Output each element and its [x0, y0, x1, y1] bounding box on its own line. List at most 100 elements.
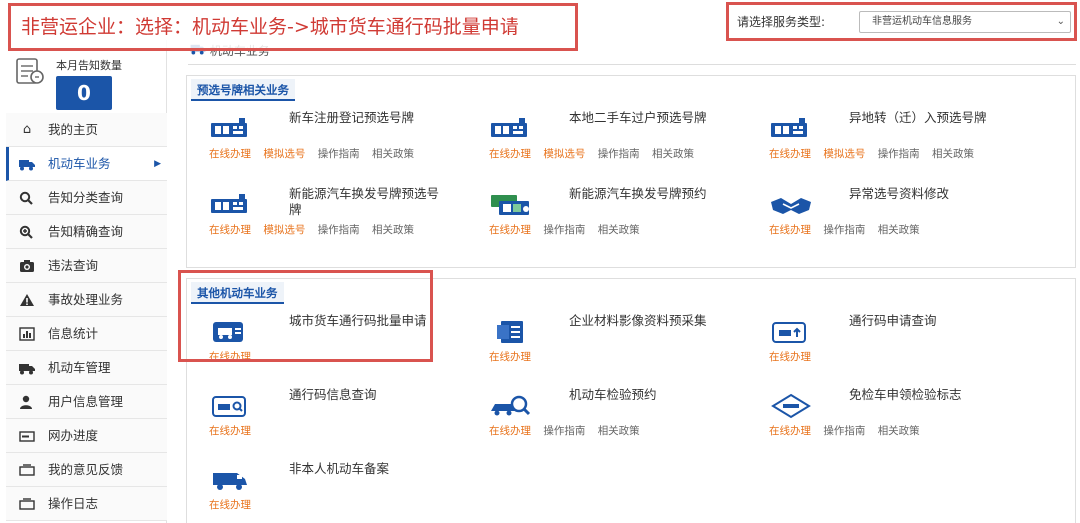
user-icon [19, 395, 35, 409]
warning-icon [19, 293, 35, 307]
simulate-select-link[interactable]: 模拟选号 [543, 148, 585, 160]
guide-link[interactable]: 操作指南 [543, 224, 585, 236]
policy-link[interactable]: 相关政策 [598, 425, 640, 437]
sidebar-item-label: 告知精确查询 [48, 224, 124, 239]
online-apply-link[interactable]: 在线办理 [769, 224, 811, 236]
plate-icon [209, 116, 253, 142]
sidebar-item-online-progress[interactable]: 网办进度 [6, 419, 167, 453]
policy-link[interactable]: 相关政策 [372, 224, 414, 236]
annotation-title: 非营运企业：选择：机动车业务->城市货车通行码批量申请 [8, 3, 578, 51]
online-apply-link[interactable]: 在线办理 [209, 499, 251, 511]
sidebar-item-violation-query[interactable]: 违法查询 [6, 249, 167, 283]
service-card: 异常选号资料修改 在线办理 操作指南 相关政策 [761, 186, 1021, 250]
sidebar-item-feedback[interactable]: 我的意见反馈 [6, 453, 167, 487]
sidebar-item-label: 信息统计 [48, 326, 99, 341]
online-apply-link[interactable]: 在线办理 [209, 224, 251, 236]
section-other-vehicle-business: 其他机动车业务 城市货车通行码批量申请 在线办理 企业材料影像资料预采集 在线办… [186, 278, 1076, 523]
service-title: 企业材料影像资料预采集 [569, 313, 707, 328]
simulate-select-link[interactable]: 模拟选号 [263, 224, 305, 236]
sidebar-item-notice-category-query[interactable]: 告知分类查询 [6, 181, 167, 215]
simulate-select-link[interactable]: 模拟选号 [823, 148, 865, 160]
guide-link[interactable]: 操作指南 [598, 148, 640, 160]
notice-document-icon [14, 56, 46, 86]
online-apply-link[interactable]: 在线办理 [489, 351, 531, 363]
service-card-truck-pass-batch: 城市货车通行码批量申请 在线办理 [201, 313, 461, 377]
service-title: 通行码申请查询 [849, 313, 937, 328]
simulate-select-link[interactable]: 模拟选号 [263, 148, 305, 160]
online-apply-link[interactable]: 在线办理 [209, 351, 251, 363]
guide-link[interactable]: 操作指南 [543, 425, 585, 437]
main-content: 机动车业务 预选号牌相关业务 新车注册登记预选号牌 在线办理 模拟选号 操作指南… [178, 40, 1080, 523]
plate-icon [209, 192, 253, 218]
service-title: 通行码信息查询 [289, 387, 377, 402]
pass-info-icon [209, 393, 253, 419]
online-apply-link[interactable]: 在线办理 [209, 148, 251, 160]
sidebar-item-accident-handling[interactable]: 事故处理业务 [6, 283, 167, 317]
service-card: 新能源汽车换发号牌预选号牌 在线办理 模拟选号 操作指南 相关政策 [201, 186, 461, 250]
online-apply-link[interactable]: 在线办理 [769, 425, 811, 437]
service-title: 城市货车通行码批量申请 [289, 313, 427, 328]
service-links: 在线办理 [769, 349, 820, 364]
sidebar-item-statistics[interactable]: 信息统计 [6, 317, 167, 351]
pass-query-icon [769, 319, 813, 345]
section-title: 其他机动车业务 [191, 282, 284, 304]
guide-link[interactable]: 操作指南 [318, 148, 360, 160]
plate-icon [769, 116, 813, 142]
service-links: 在线办理 [209, 349, 260, 364]
guide-link[interactable]: 操作指南 [823, 425, 865, 437]
truck-pass-icon [209, 319, 253, 345]
service-card: 异地转（迁）入预选号牌 在线办理 模拟选号 操作指南 相关政策 [761, 110, 1021, 174]
sidebar-item-label: 网办进度 [48, 428, 99, 443]
truck-icon [19, 157, 35, 171]
service-links: 在线办理 操作指南 相关政策 [489, 423, 649, 438]
sidebar-item-notice-precise-query[interactable]: 告知精确查询 [6, 215, 167, 249]
service-card: 新能源汽车换发号牌预约 在线办理 操作指南 相关政策 [481, 186, 741, 250]
service-title: 本地二手车过户预选号牌 [569, 110, 707, 125]
section-plate-preselect: 预选号牌相关业务 新车注册登记预选号牌 在线办理 模拟选号 操作指南 相关政策 … [186, 75, 1076, 268]
sidebar-item-home[interactable]: ⌂ 我的主页 [6, 113, 167, 147]
service-title: 新能源汽车换发号牌预约 [569, 186, 707, 201]
notice-count[interactable]: 0 [56, 76, 112, 110]
sidebar-item-label: 我的意见反馈 [48, 462, 124, 477]
handshake-icon [769, 192, 813, 218]
sidebar-item-user-management[interactable]: 用户信息管理 [6, 385, 167, 419]
service-links: 在线办理 模拟选号 操作指南 相关政策 [209, 222, 423, 237]
service-links: 在线办理 模拟选号 操作指南 相关政策 [209, 146, 423, 161]
service-title: 非本人机动车备案 [289, 461, 390, 476]
service-card: 本地二手车过户预选号牌 在线办理 模拟选号 操作指南 相关政策 [481, 110, 741, 174]
service-links: 在线办理 模拟选号 操作指南 相关政策 [489, 146, 703, 161]
sidebar-item-vehicle-management[interactable]: 机动车管理 [6, 351, 167, 385]
online-apply-link[interactable]: 在线办理 [489, 224, 531, 236]
policy-link[interactable]: 相关政策 [878, 224, 920, 236]
service-links: 在线办理 [209, 497, 260, 512]
caret-right-icon: ▶ [154, 159, 161, 169]
online-apply-link[interactable]: 在线办理 [769, 351, 811, 363]
policy-link[interactable]: 相关政策 [598, 224, 640, 236]
online-apply-link[interactable]: 在线办理 [769, 148, 811, 160]
guide-link[interactable]: 操作指南 [823, 224, 865, 236]
plate-icon [489, 116, 533, 142]
policy-link[interactable]: 相关政策 [372, 148, 414, 160]
service-type-select[interactable]: 非营运机动车信息服务 ⌄ [859, 11, 1071, 33]
service-card: 通行码申请查询 在线办理 [761, 313, 1021, 377]
document-icon [489, 319, 533, 345]
service-card: 新车注册登记预选号牌 在线办理 模拟选号 操作指南 相关政策 [201, 110, 461, 174]
service-card: 通行码信息查询 在线办理 [201, 387, 461, 451]
guide-link[interactable]: 操作指南 [878, 148, 920, 160]
guide-link[interactable]: 操作指南 [318, 224, 360, 236]
service-type-box: 请选择服务类型: 非营运机动车信息服务 ⌄ [726, 2, 1077, 41]
service-title: 异地转（迁）入预选号牌 [849, 110, 987, 125]
service-card: 机动车检验预约 在线办理 操作指南 相关政策 [481, 387, 741, 451]
policy-link[interactable]: 相关政策 [878, 425, 920, 437]
sidebar-item-operation-log[interactable]: 操作日志 [6, 487, 167, 521]
sidebar-item-vehicle-business[interactable]: 机动车业务 ▶ [6, 147, 167, 181]
policy-link[interactable]: 相关政策 [932, 148, 974, 160]
service-title: 新能源汽车换发号牌预选号牌 [289, 186, 440, 217]
notice-label: 本月告知数量 [56, 59, 122, 72]
online-apply-link[interactable]: 在线办理 [209, 425, 251, 437]
policy-link[interactable]: 相关政策 [652, 148, 694, 160]
online-apply-link[interactable]: 在线办理 [489, 425, 531, 437]
online-apply-link[interactable]: 在线办理 [489, 148, 531, 160]
notice-summary[interactable]: 本月告知数量 0 [12, 48, 162, 110]
chart-icon [19, 327, 35, 341]
